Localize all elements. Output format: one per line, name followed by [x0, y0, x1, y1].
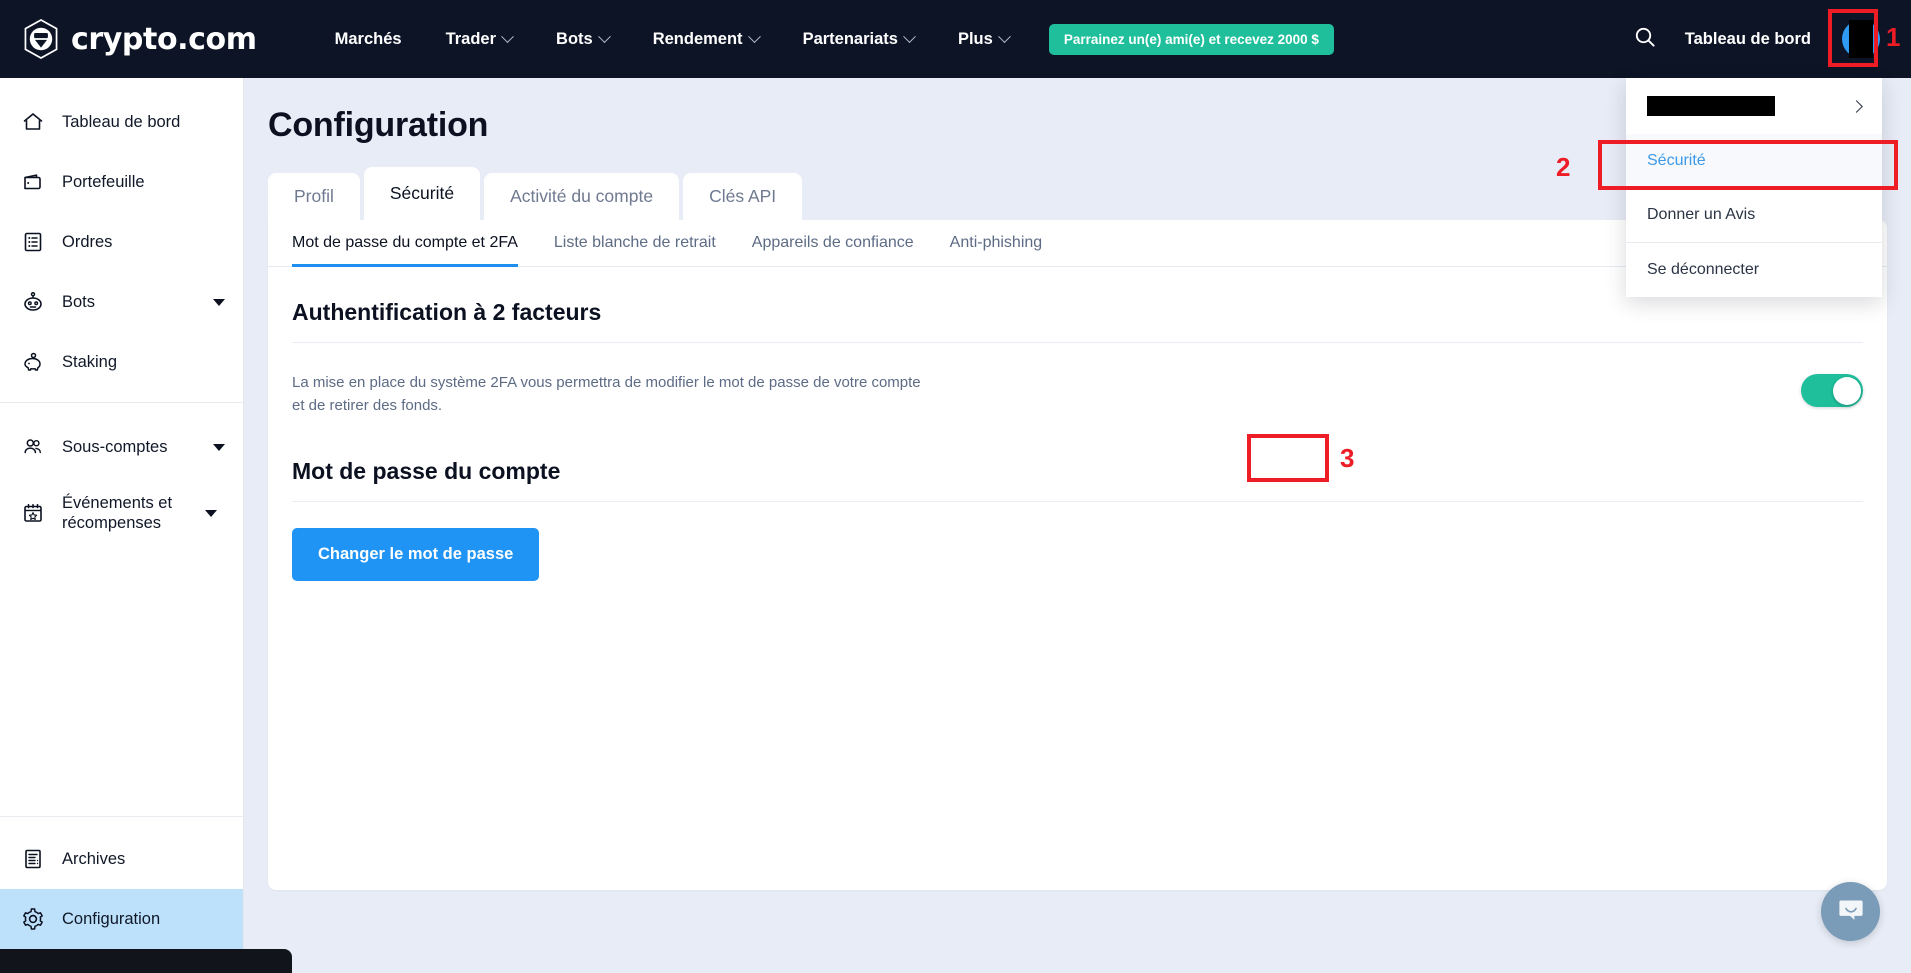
avatar[interactable] [1839, 17, 1883, 61]
wallet-icon [20, 169, 46, 195]
sidebar-item-label: Ordres [62, 232, 113, 251]
chevron-down-icon [501, 29, 514, 43]
search-button[interactable] [1619, 17, 1671, 62]
sidebar-item-label: Événements et récompenses [62, 493, 173, 532]
twofa-section: Authentification à 2 facteurs La mise en… [268, 267, 1887, 581]
nav-item-plus[interactable]: Plus [936, 20, 1031, 59]
robot-icon [20, 289, 46, 315]
password-heading: Mot de passe du compte [292, 457, 561, 484]
nav-label: Rendement [652, 29, 743, 48]
sidebar-item-label: Sous-comptes [62, 437, 168, 456]
main-nav: Marchés Trader Bots Rendement Partenaria… [313, 20, 1334, 59]
sidebar-item-tableau-de-bord[interactable]: Tableau de bord [0, 92, 243, 152]
users-icon [20, 434, 46, 460]
subtab-anti-phishing[interactable]: Anti-phishing [932, 220, 1061, 267]
annotation-number-2: 2 [1556, 152, 1571, 182]
sidebar-item-portefeuille[interactable]: Portefeuille [0, 152, 243, 212]
twofa-description: La mise en place du système 2FA vous per… [292, 374, 921, 415]
dropdown-item-se-deconnecter[interactable]: Se déconnecter [1626, 243, 1882, 297]
home-icon [20, 109, 46, 135]
top-header: crypto.com Marchés Trader Bots Rendement… [0, 0, 1911, 78]
chevron-down-icon [213, 443, 225, 451]
crypto-com-logo-icon [22, 18, 60, 60]
nav-item-partenariats[interactable]: Partenariats [781, 20, 936, 59]
orders-list-icon [20, 229, 46, 255]
sidebar-item-evenements-et-recompenses[interactable]: Événements et récompenses [0, 477, 243, 549]
brand-logo[interactable]: crypto.com [22, 18, 257, 60]
sidebar-item-label: Configuration [62, 909, 161, 928]
nav-label: Plus [957, 29, 993, 48]
chevron-down-icon [747, 29, 761, 43]
gear-icon [20, 906, 46, 932]
sidebar-item-ordres[interactable]: Ordres [0, 212, 243, 272]
chat-support-button[interactable] [1821, 882, 1880, 941]
sidebar-item-archives[interactable]: Archives [0, 829, 243, 889]
sidebar-group-primary: Tableau de bord Portefeuille Ordres Bots… [0, 78, 243, 392]
brand-name: crypto.com [71, 21, 257, 57]
sidebar-item-label: Staking [62, 352, 118, 371]
sidebar: Tableau de bord Portefeuille Ordres Bots… [0, 78, 244, 949]
settings-panel: Mot de passe du compte et 2FA Liste blan… [268, 220, 1887, 890]
annotation-number-1: 1 [1886, 22, 1901, 52]
subtab-liste-blanche-de-retrait[interactable]: Liste blanche de retrait [536, 220, 734, 267]
nav-item-rendement[interactable]: Rendement [631, 20, 781, 59]
chevron-down-icon [597, 29, 611, 43]
nav-label: Partenariats [802, 29, 898, 48]
account-name-redaction [1647, 96, 1775, 116]
twofa-toggle[interactable] [1801, 374, 1863, 407]
search-icon [1633, 25, 1657, 54]
avatar-redaction [1849, 20, 1873, 58]
subtab-appareils-de-confiance[interactable]: Appareils de confiance [734, 220, 932, 267]
sidebar-item-bots[interactable]: Bots [0, 272, 243, 332]
change-password-button[interactable]: Changer le mot de passe [292, 527, 540, 581]
sidebar-group-secondary: Sous-comptes Événements et récompenses [0, 403, 243, 549]
calendar-star-icon [20, 500, 46, 526]
password-divider [292, 500, 1863, 502]
piggy-bank-icon [20, 349, 46, 375]
chevron-down-icon [997, 29, 1011, 43]
sidebar-group-bottom: Archives Configuration [0, 792, 243, 949]
tab-securite[interactable]: Sécurité [363, 167, 481, 220]
nav-item-bots[interactable]: Bots [534, 20, 631, 59]
annotation-number-3: 3 [1340, 443, 1355, 473]
sidebar-item-sous-comptes[interactable]: Sous-comptes [0, 417, 243, 477]
sidebar-item-label: Archives [62, 849, 126, 868]
app-root: crypto.com Marchés Trader Bots Rendement… [0, 0, 1911, 973]
dashboard-link[interactable]: Tableau de bord [1671, 22, 1825, 57]
sidebar-item-label: Bots [62, 292, 96, 311]
toggle-knob [1832, 376, 1861, 405]
chevron-down-icon [213, 298, 225, 306]
chat-bubble-icon [1836, 894, 1866, 929]
twofa-row: La mise en place du système 2FA vous per… [292, 343, 1863, 418]
nav-label: Trader [445, 29, 497, 48]
chevron-down-icon [903, 29, 916, 43]
referral-button[interactable]: Parrainez un(e) ami(e) et recevez 2000 $ [1048, 23, 1334, 55]
nav-label: Bots [556, 29, 593, 48]
tab-profil[interactable]: Profil [268, 173, 360, 220]
nav-label: Marchés [334, 29, 402, 48]
sidebar-divider-bottom [0, 816, 243, 817]
account-dropdown-menu: Sécurité Donner un Avis Se déconnecter [1626, 78, 1882, 297]
chevron-right-icon [1850, 99, 1863, 113]
dropdown-item-securite[interactable]: Sécurité [1626, 134, 1882, 188]
dropdown-item-donner-un-avis[interactable]: Donner un Avis [1626, 188, 1882, 242]
sidebar-item-configuration[interactable]: Configuration [0, 889, 243, 949]
os-taskbar-strip [0, 949, 292, 973]
header-right-group: Tableau de bord [1619, 17, 1911, 62]
sidebar-item-label: Portefeuille [62, 172, 145, 191]
sidebar-item-staking[interactable]: Staking [0, 332, 243, 392]
tab-activite-du-compte[interactable]: Activité du compte [484, 173, 680, 220]
tab-cles-api[interactable]: Clés API [683, 173, 803, 220]
nav-item-trader[interactable]: Trader [424, 20, 534, 59]
archive-document-icon [20, 846, 46, 872]
chevron-down-icon [205, 509, 217, 517]
subtab-mot-de-passe-et-2fa[interactable]: Mot de passe du compte et 2FA [292, 220, 536, 267]
nav-item-marches[interactable]: Marchés [313, 20, 424, 59]
sidebar-item-label: Tableau de bord [62, 112, 181, 131]
dropdown-account-row[interactable] [1626, 78, 1882, 134]
